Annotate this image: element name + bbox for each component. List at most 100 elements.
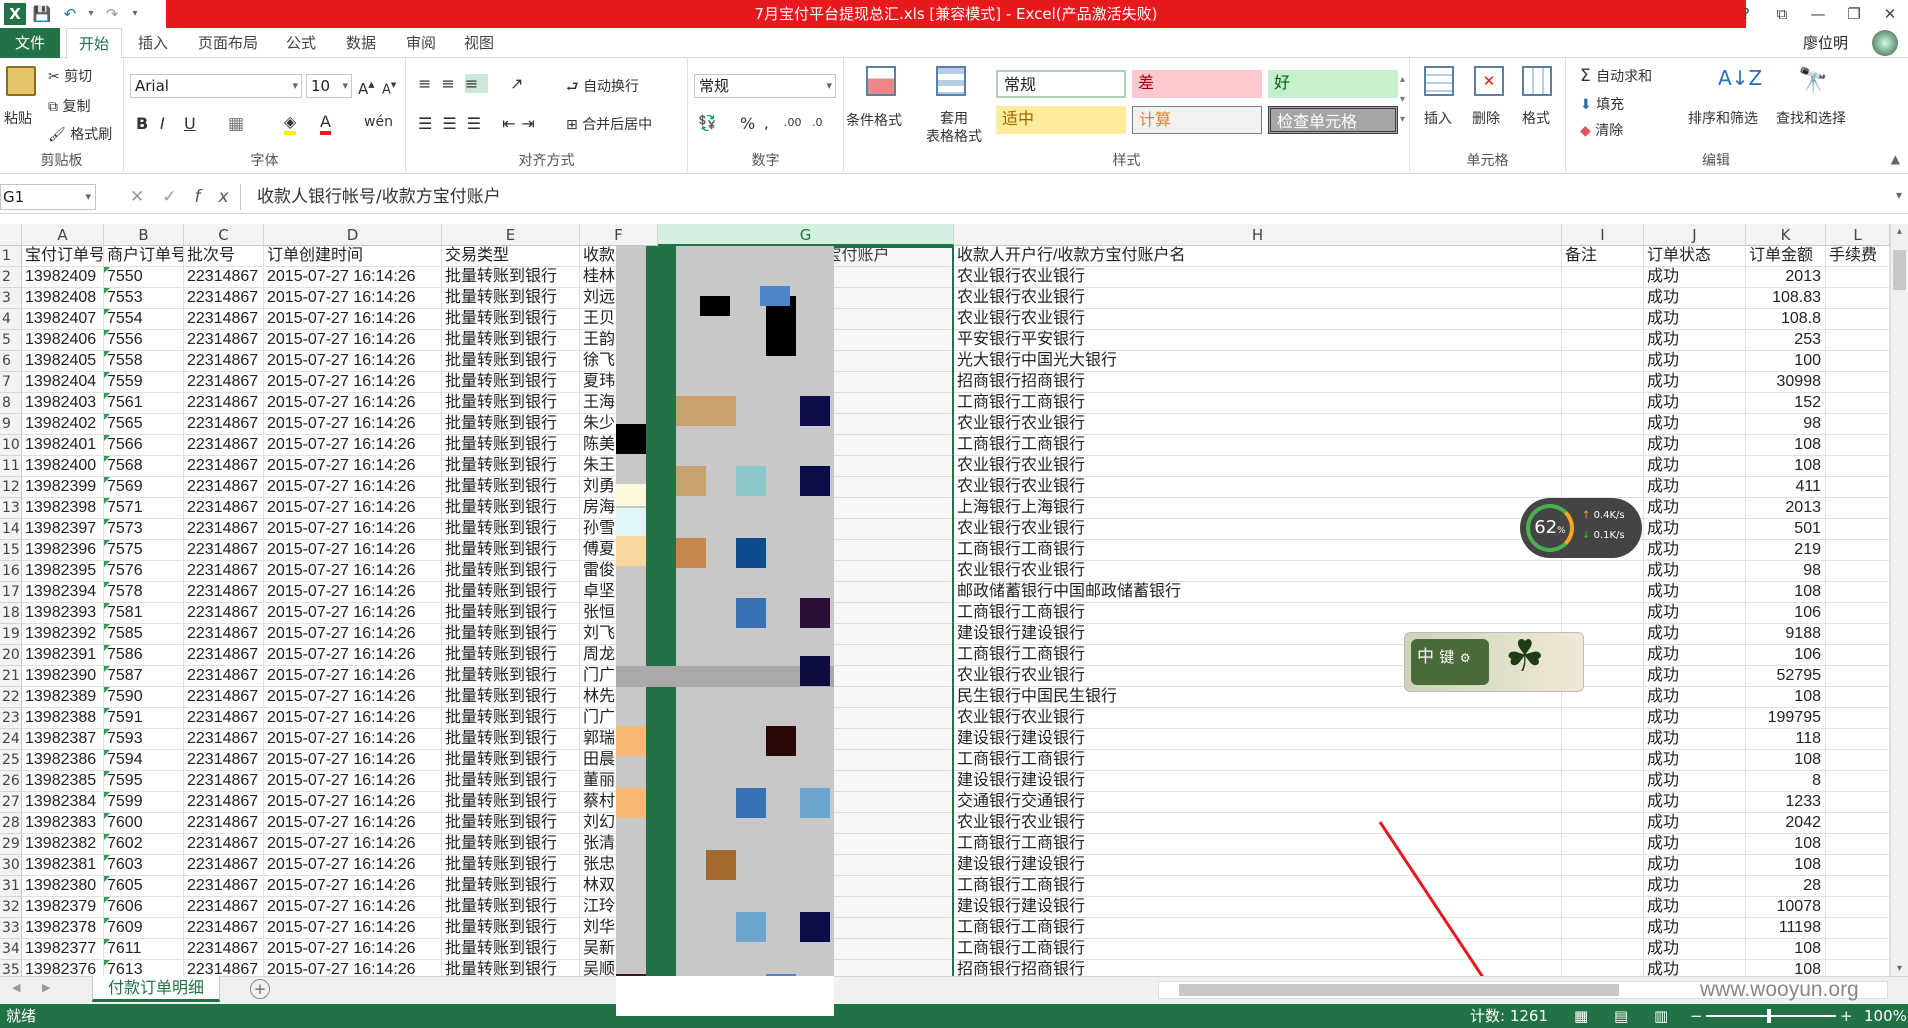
table-cell[interactable] bbox=[1562, 330, 1644, 351]
row-header[interactable]: 13 bbox=[0, 498, 22, 519]
table-cell[interactable]: 7554 bbox=[104, 309, 184, 330]
underline-icon[interactable]: U bbox=[184, 114, 196, 133]
table-cell[interactable]: 13982397 bbox=[22, 519, 104, 540]
currency-icon[interactable]: 💱 bbox=[698, 114, 717, 132]
table-cell[interactable]: 22314867 bbox=[184, 624, 264, 645]
insert-cells-icon[interactable] bbox=[1424, 66, 1454, 96]
table-cell[interactable] bbox=[1826, 687, 1890, 708]
table-cell[interactable]: 成功 bbox=[1644, 729, 1746, 750]
table-cell[interactable]: 批量转账到银行 bbox=[442, 876, 580, 897]
table-cell[interactable]: 批量转账到银行 bbox=[442, 540, 580, 561]
column-header-a[interactable]: A bbox=[22, 224, 104, 246]
table-cell[interactable]: 批量转账到银行 bbox=[442, 435, 580, 456]
border-icon[interactable]: ▦ bbox=[228, 114, 244, 134]
table-cell[interactable]: 成功 bbox=[1644, 393, 1746, 414]
table-cell[interactable]: 22314867 bbox=[184, 456, 264, 477]
table-cell[interactable]: 2015-07-27 16:14:26 bbox=[264, 540, 442, 561]
table-cell[interactable]: 22314867 bbox=[184, 708, 264, 729]
table-cell[interactable]: 农业银行农业银行 bbox=[954, 267, 1562, 288]
table-cell[interactable]: 11198 bbox=[1746, 918, 1826, 939]
table-cell[interactable] bbox=[1826, 729, 1890, 750]
table-cell[interactable] bbox=[1826, 309, 1890, 330]
table-cell[interactable]: 22314867 bbox=[184, 771, 264, 792]
table-cell[interactable] bbox=[1826, 855, 1890, 876]
table-cell[interactable] bbox=[1826, 582, 1890, 603]
row-header[interactable]: 6 bbox=[0, 351, 22, 372]
table-cell[interactable]: 13982406 bbox=[22, 330, 104, 351]
table-cell[interactable] bbox=[1562, 561, 1644, 582]
column-header-b[interactable]: B bbox=[104, 224, 184, 246]
table-cell[interactable]: 7585 bbox=[104, 624, 184, 645]
table-cell[interactable] bbox=[1826, 918, 1890, 939]
row-header[interactable]: 7 bbox=[0, 372, 22, 393]
ime-mode-chinese[interactable]: 中 bbox=[1417, 647, 1434, 667]
table-cell[interactable]: 13982390 bbox=[22, 666, 104, 687]
restore-button[interactable]: ❐ bbox=[1836, 5, 1872, 23]
ime-panel[interactable]: 中 键 ⚙ bbox=[1411, 639, 1489, 685]
table-cell[interactable]: 22314867 bbox=[184, 267, 264, 288]
ime-keyboard[interactable]: 键 bbox=[1439, 648, 1454, 666]
table-cell[interactable]: 农业银行农业银行 bbox=[954, 414, 1562, 435]
table-cell[interactable] bbox=[1826, 393, 1890, 414]
table-cell[interactable]: 批量转账到银行 bbox=[442, 750, 580, 771]
conditional-format-icon[interactable] bbox=[866, 66, 896, 96]
paste-button[interactable]: 粘贴 bbox=[4, 108, 32, 128]
row-header[interactable]: 5 bbox=[0, 330, 22, 351]
name-box[interactable]: G1 bbox=[0, 184, 96, 210]
table-cell[interactable]: 22314867 bbox=[184, 498, 264, 519]
horizontal-scroll-thumb[interactable] bbox=[1179, 984, 1619, 996]
indent-icons[interactable]: ⇤⇥ bbox=[502, 114, 541, 133]
header-cell-j[interactable]: 订单状态 bbox=[1644, 246, 1746, 267]
table-cell[interactable]: 219 bbox=[1746, 540, 1826, 561]
row-header[interactable]: 15 bbox=[0, 540, 22, 561]
table-cell[interactable]: 7609 bbox=[104, 918, 184, 939]
table-cell[interactable]: 成功 bbox=[1644, 540, 1746, 561]
table-cell[interactable]: 成功 bbox=[1644, 435, 1746, 456]
table-cell[interactable] bbox=[1826, 750, 1890, 771]
table-cell[interactable] bbox=[1826, 498, 1890, 519]
copy-button[interactable]: ⧉ 复制 bbox=[48, 96, 90, 116]
table-cell[interactable] bbox=[1826, 351, 1890, 372]
table-cell[interactable]: 22314867 bbox=[184, 645, 264, 666]
table-cell[interactable] bbox=[1826, 771, 1890, 792]
table-cell[interactable]: 7550 bbox=[104, 267, 184, 288]
table-cell[interactable]: 成功 bbox=[1644, 645, 1746, 666]
table-cell[interactable]: 22314867 bbox=[184, 834, 264, 855]
table-cell[interactable]: 成功 bbox=[1644, 897, 1746, 918]
avatar[interactable] bbox=[1872, 30, 1898, 56]
column-header-f[interactable]: F bbox=[580, 224, 658, 246]
table-cell[interactable]: 2015-07-27 16:14:26 bbox=[264, 624, 442, 645]
table-cell[interactable] bbox=[1826, 708, 1890, 729]
table-cell[interactable] bbox=[1826, 477, 1890, 498]
table-cell[interactable]: 7593 bbox=[104, 729, 184, 750]
table-cell[interactable]: 13982377 bbox=[22, 939, 104, 960]
table-cell[interactable]: 批量转账到银行 bbox=[442, 603, 580, 624]
table-cell[interactable] bbox=[1826, 960, 1890, 976]
table-cell[interactable] bbox=[1562, 897, 1644, 918]
table-cell[interactable] bbox=[1562, 855, 1644, 876]
table-cell[interactable] bbox=[1826, 267, 1890, 288]
table-cell[interactable]: 22314867 bbox=[184, 309, 264, 330]
table-cell[interactable]: 招商银行招商银行 bbox=[954, 372, 1562, 393]
cancel-icon[interactable]: ✕ bbox=[130, 187, 162, 207]
table-cell[interactable]: 13982389 bbox=[22, 687, 104, 708]
column-header-g[interactable]: G bbox=[658, 224, 954, 246]
table-cell[interactable]: 批量转账到银行 bbox=[442, 498, 580, 519]
table-cell[interactable]: 2015-07-27 16:14:26 bbox=[264, 435, 442, 456]
row-header[interactable]: 31 bbox=[0, 876, 22, 897]
table-cell[interactable]: 批量转账到银行 bbox=[442, 414, 580, 435]
fill-button[interactable]: ⬇ 填充 bbox=[1580, 94, 1624, 114]
table-cell[interactable] bbox=[1562, 729, 1644, 750]
page-break-view-icon[interactable]: ▥ bbox=[1654, 1004, 1668, 1028]
column-header-c[interactable]: C bbox=[184, 224, 264, 246]
zoom-level[interactable]: 100% bbox=[1864, 1004, 1907, 1028]
row-header[interactable]: 20 bbox=[0, 645, 22, 666]
table-cell[interactable]: 2015-07-27 16:14:26 bbox=[264, 519, 442, 540]
table-cell[interactable]: 2015-07-27 16:14:26 bbox=[264, 351, 442, 372]
tab-formulas[interactable]: 公式 bbox=[286, 28, 316, 58]
table-cell[interactable] bbox=[1826, 288, 1890, 309]
table-cell[interactable]: 7595 bbox=[104, 771, 184, 792]
row-header[interactable]: 26 bbox=[0, 771, 22, 792]
number-format-select[interactable]: 常规 bbox=[694, 74, 836, 98]
style-check-cell[interactable]: 检查单元格 bbox=[1268, 106, 1398, 134]
